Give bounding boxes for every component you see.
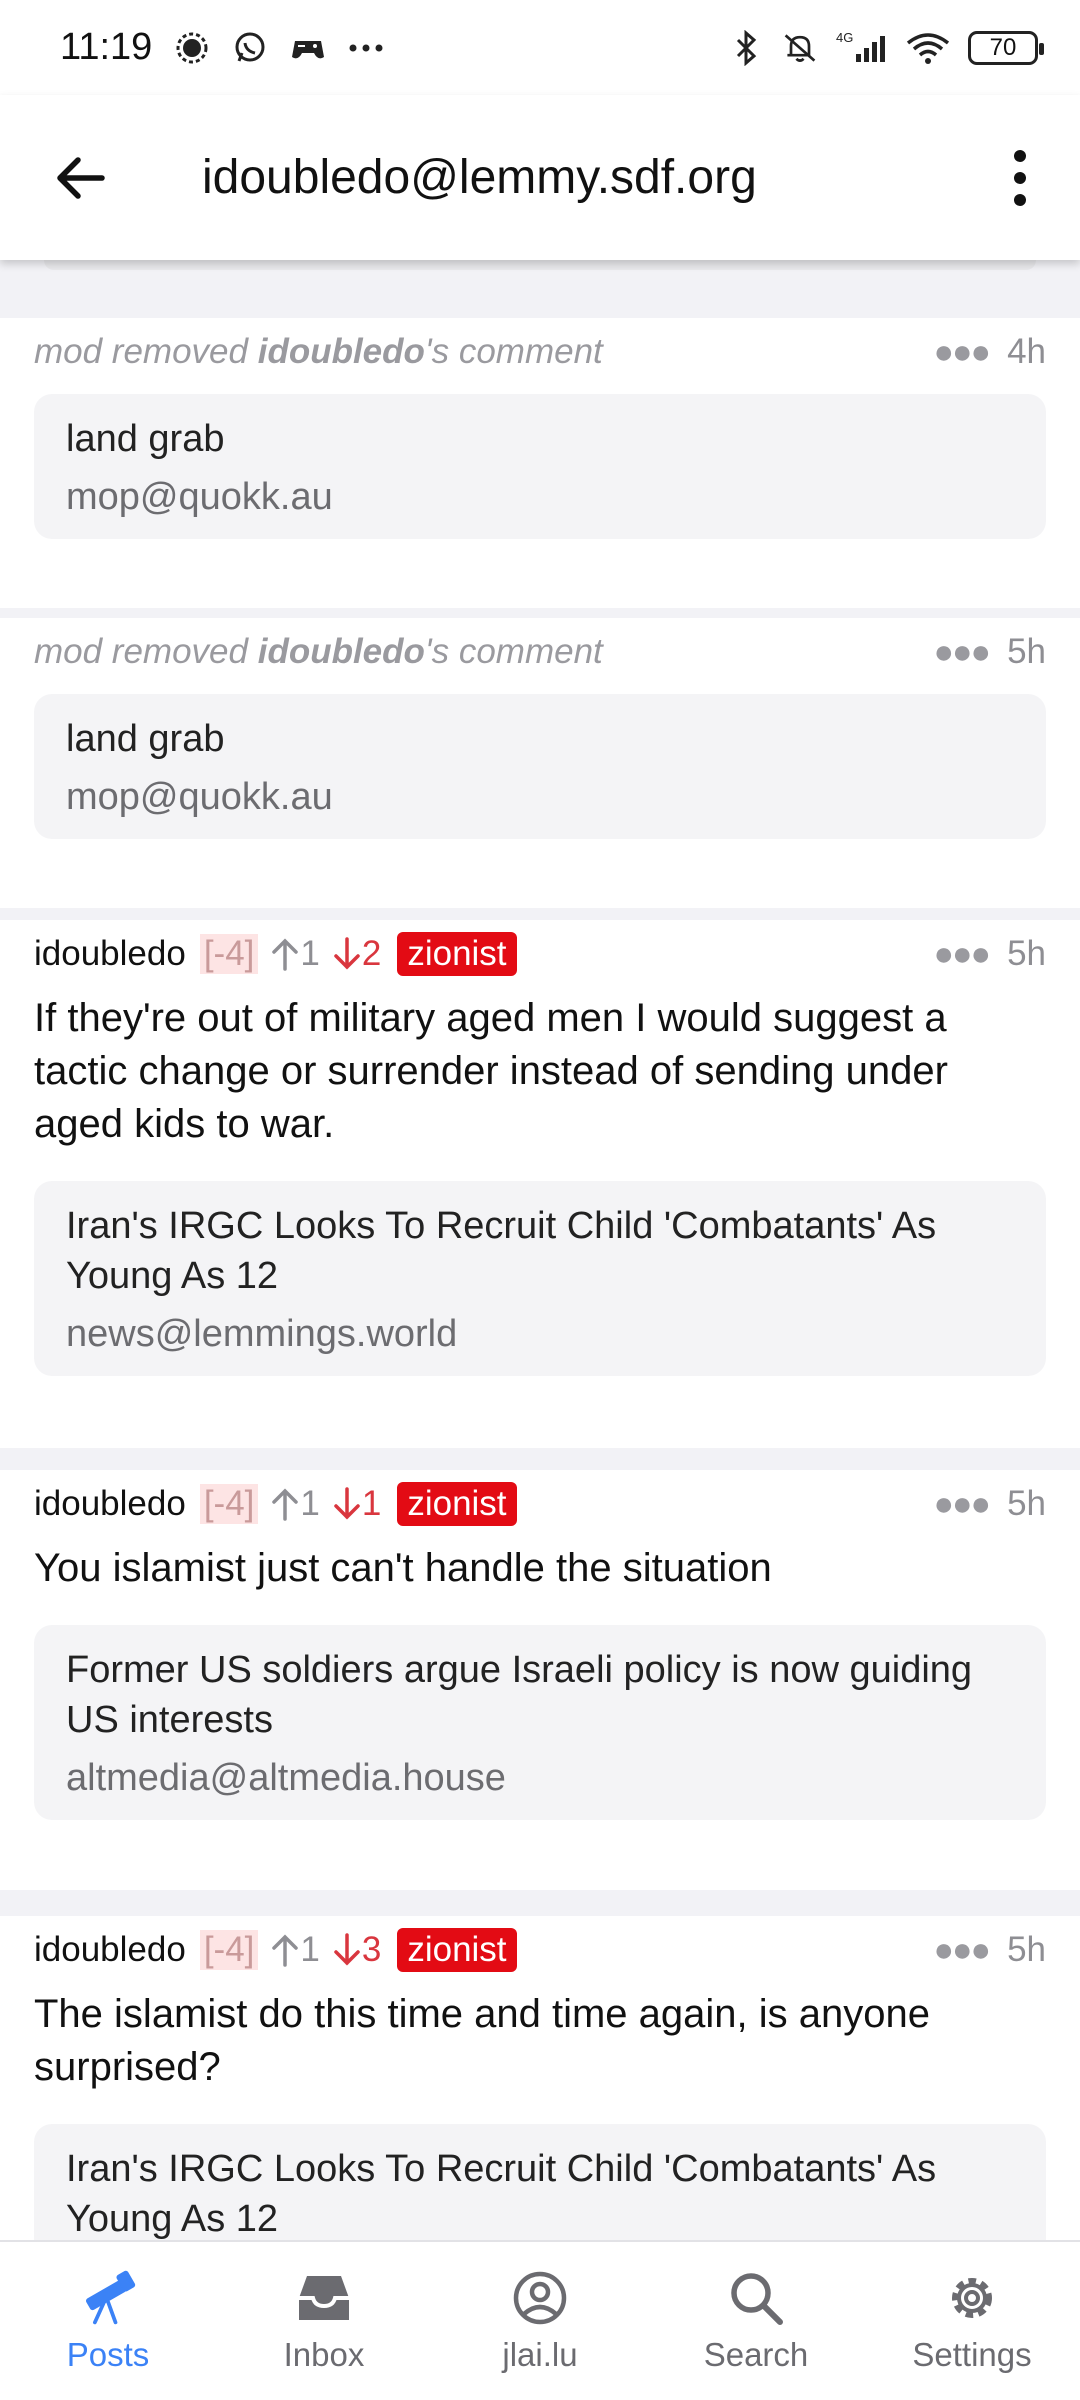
search-icon <box>726 2268 786 2328</box>
more-horiz-icon[interactable]: ●●● <box>933 1931 991 1970</box>
comment-body: If they're out of military aged men I wo… <box>34 996 948 1146</box>
user-tag: zionist <box>397 932 517 976</box>
svg-text:4G: 4G <box>836 30 853 45</box>
score-badge: [-4] <box>199 1484 259 1524</box>
arrow-up-icon <box>272 1488 299 1521</box>
upvote-count[interactable]: 1 <box>270 934 320 974</box>
comment-meta: idoubledo [-4] 1 3 zionist ●●● 5h <box>34 1920 1046 1980</box>
username[interactable]: idoubledo <box>34 1930 186 1970</box>
post-preview[interactable]: Former US soldiers argue Israeli policy … <box>34 1625 1046 1820</box>
inbox-icon <box>294 2268 354 2328</box>
whatsapp-icon <box>232 30 268 66</box>
arrow-left-icon <box>57 156 105 199</box>
upvote-count[interactable]: 1 <box>270 1930 320 1970</box>
score-badge: [-4] <box>199 934 259 974</box>
post-title: Former US soldiers argue Israeli policy … <box>66 1649 973 1741</box>
community-name[interactable]: news@lemmings.world <box>66 1313 1014 1356</box>
username[interactable]: idoubledo <box>34 1484 186 1524</box>
post-preview[interactable]: Iran's IRGC Looks To Recruit Child 'Comb… <box>34 1181 1046 1376</box>
telescope-icon <box>78 2268 138 2328</box>
arrow-down-icon <box>334 1487 360 1520</box>
more-horiz-icon[interactable]: ●●● <box>933 1485 991 1524</box>
post-preview[interactable]: land grab mop@quokk.au <box>34 694 1046 839</box>
upvote-count[interactable]: 1 <box>270 1484 320 1524</box>
comment-body: You islamist just can't handle the situa… <box>34 1546 772 1590</box>
comment-meta: mod removed idoubledo's comment ●●● 5h <box>34 622 1046 682</box>
community-name[interactable]: mop@quokk.au <box>66 776 1014 819</box>
comment-meta: idoubledo [-4] 1 1 zionist ●●● 5h <box>34 1474 1046 1534</box>
post-preview[interactable]: land grab mop@quokk.au <box>34 394 1046 539</box>
arrow-up-icon <box>272 938 299 971</box>
downvote-count[interactable]: 3 <box>332 1930 381 1970</box>
nav-label: jlai.lu <box>502 2336 578 2373</box>
post-title: Iran's IRGC Looks To Recruit Child 'Comb… <box>66 1205 937 1297</box>
status-bar: 11:19 4G 70 <box>0 0 1080 95</box>
removed-comment-card[interactable]: mod removed idoubledo's comment ●●● 5h l… <box>0 618 1080 908</box>
timestamp: 5h <box>1007 1484 1046 1523</box>
wifi-icon <box>906 30 950 66</box>
nav-inbox[interactable]: Inbox <box>216 2242 432 2400</box>
timestamp: 5h <box>1007 632 1046 671</box>
community-name[interactable]: altmedia@altmedia.house <box>66 1757 1014 1800</box>
back-button[interactable] <box>30 128 130 228</box>
cellular-signal-icon: 4G <box>836 30 888 66</box>
post-title: land grab <box>66 718 225 760</box>
downvote-count[interactable]: 2 <box>332 934 381 974</box>
nav-settings[interactable]: Settings <box>864 2242 1080 2400</box>
post-preview[interactable]: Iran's IRGC Looks To Recruit Child 'Comb… <box>34 2124 1046 2240</box>
more-notifications-icon <box>348 30 384 66</box>
community-name[interactable]: mop@quokk.au <box>66 476 1014 519</box>
removed-comment-card[interactable]: mod removed idoubledo's comment ●●● 4h l… <box>0 318 1080 608</box>
user-tag: zionist <box>397 1928 517 1972</box>
nav-search[interactable]: Search <box>648 2242 864 2400</box>
comment-card[interactable]: idoubledo [-4] 1 2 zionist ●●● 5h If the… <box>0 920 1080 1448</box>
score-badge: [-4] <box>199 1930 259 1970</box>
arrow-down-icon <box>334 937 360 970</box>
bottom-navigation: Posts Inbox jlai.lu Search Settings <box>0 2240 1080 2400</box>
post-title: land grab <box>66 418 225 460</box>
nav-label: Posts <box>66 2336 150 2373</box>
timestamp: 4h <box>1007 332 1046 371</box>
nav-label: Inbox <box>283 2336 365 2373</box>
username[interactable]: idoubledo <box>34 934 186 974</box>
post-title: Iran's IRGC Looks To Recruit Child 'Comb… <box>66 2148 937 2240</box>
more-horiz-icon[interactable]: ●●● <box>933 935 991 974</box>
arrow-down-icon <box>334 1933 360 1966</box>
account-circle-icon <box>510 2268 570 2328</box>
gamepad-icon <box>290 30 326 66</box>
timestamp: 5h <box>1007 1930 1046 1969</box>
comment-feed[interactable]: mod removed idoubledo's comment ●●● 4h l… <box>0 260 1080 2240</box>
comment-card[interactable]: idoubledo [-4] 1 1 zionist ●●● 5h You is… <box>0 1470 1080 1890</box>
mute-icon <box>782 30 818 66</box>
app-bar: idoubledo@lemmy.sdf.org <box>0 95 1080 260</box>
comment-card[interactable]: idoubledo [-4] 1 3 zionist ●●● 5h The is… <box>0 1916 1080 2240</box>
comment-body: The islamist do this time and time again… <box>34 1992 930 2089</box>
status-time: 11:19 <box>60 26 153 68</box>
more-vert-icon <box>1014 149 1026 206</box>
downvote-count[interactable]: 1 <box>332 1484 381 1524</box>
nav-label: Settings <box>912 2336 1032 2373</box>
timestamp: 5h <box>1007 934 1046 973</box>
signal-app-icon <box>174 30 210 66</box>
user-tag: zionist <box>397 1482 517 1526</box>
gear-icon <box>942 2268 1002 2328</box>
page-title: idoubledo@lemmy.sdf.org <box>202 151 757 204</box>
overflow-menu-button[interactable] <box>980 128 1060 228</box>
removal-notice: mod removed idoubledo's comment <box>34 632 603 671</box>
comment-meta: mod removed idoubledo's comment ●●● 4h <box>34 322 1046 382</box>
arrow-up-icon <box>272 1934 299 1967</box>
comment-meta: idoubledo [-4] 1 2 zionist ●●● 5h <box>34 924 1046 984</box>
battery-indicator: 70 <box>968 30 1044 65</box>
bluetooth-icon <box>728 29 764 66</box>
nav-label: Search <box>703 2336 809 2373</box>
nav-posts[interactable]: Posts <box>0 2242 216 2400</box>
previous-item-edge <box>44 260 1036 270</box>
more-horiz-icon[interactable]: ●●● <box>933 633 991 672</box>
nav-account[interactable]: jlai.lu <box>432 2242 648 2400</box>
more-horiz-icon[interactable]: ●●● <box>933 333 991 372</box>
removal-notice: mod removed idoubledo's comment <box>34 332 603 371</box>
